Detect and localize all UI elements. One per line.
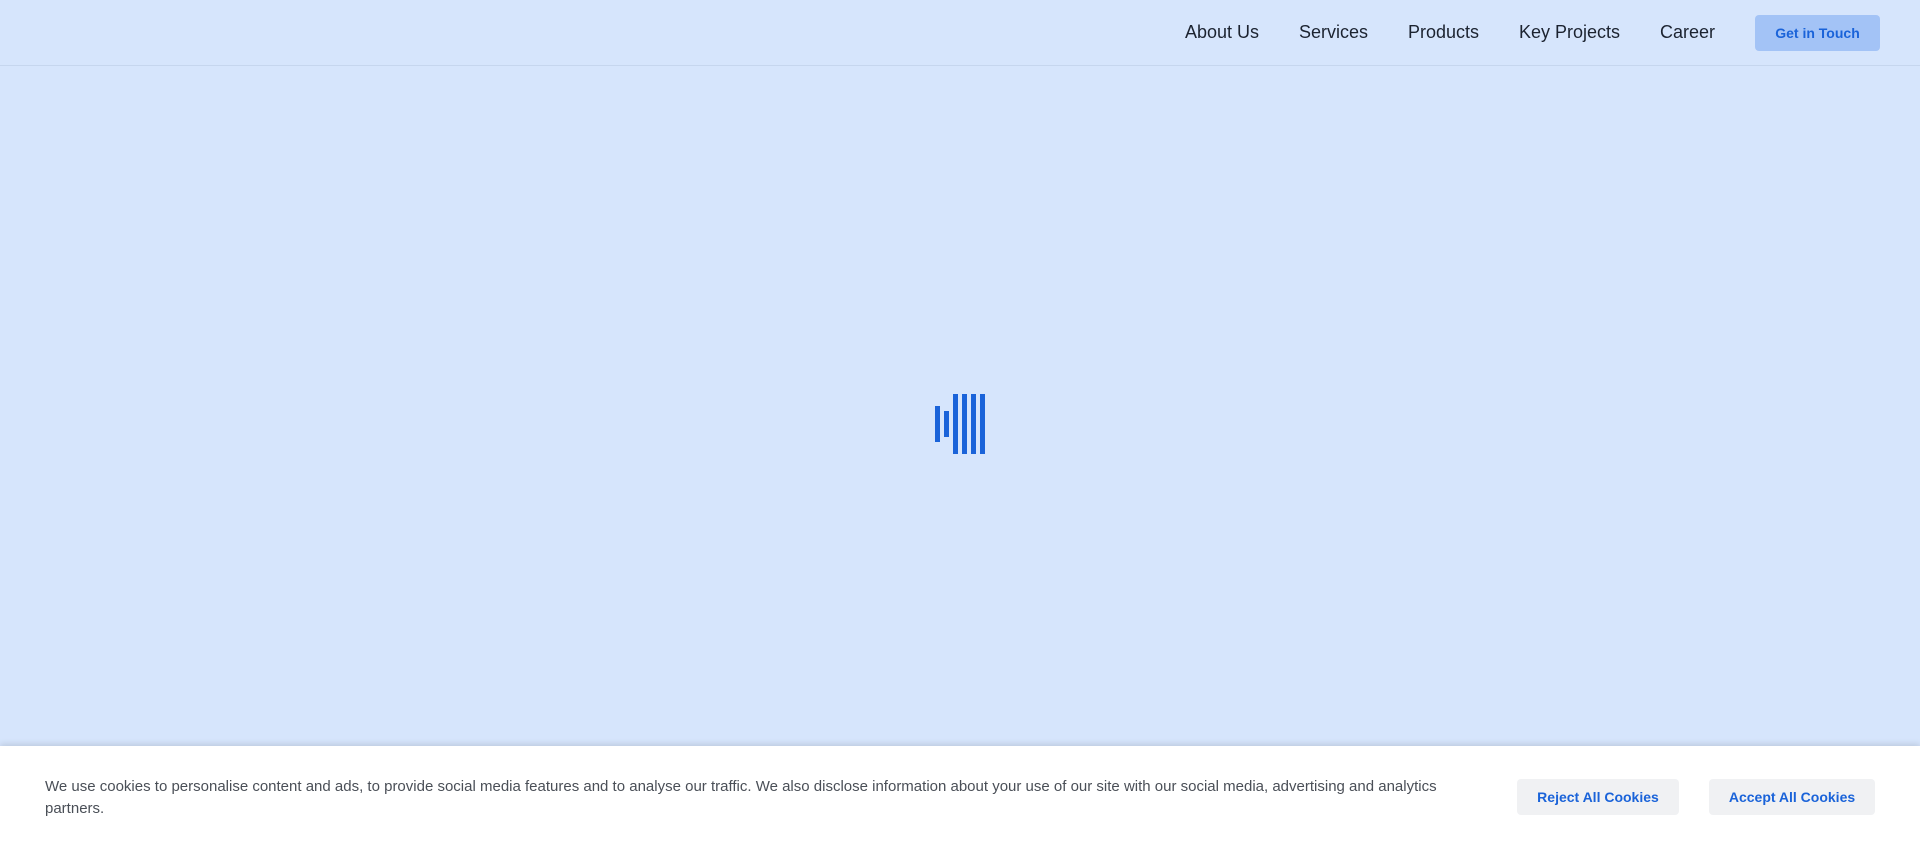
get-in-touch-button[interactable]: Get in Touch bbox=[1755, 15, 1880, 51]
loader-bar bbox=[935, 406, 940, 442]
site-header: About Us Services Products Key Projects … bbox=[0, 0, 1920, 66]
reject-all-cookies-button[interactable]: Reject All Cookies bbox=[1517, 779, 1679, 815]
loader-bar bbox=[953, 394, 958, 454]
nav-item-about-us[interactable]: About Us bbox=[1185, 22, 1259, 43]
loader-bar bbox=[971, 394, 976, 454]
nav-item-products[interactable]: Products bbox=[1408, 22, 1479, 43]
nav-item-services[interactable]: Services bbox=[1299, 22, 1368, 43]
loading-bars-icon bbox=[935, 394, 987, 456]
page: About Us Services Products Key Projects … bbox=[0, 0, 1920, 848]
accept-all-cookies-button[interactable]: Accept All Cookies bbox=[1709, 779, 1875, 815]
nav-item-career[interactable]: Career bbox=[1660, 22, 1715, 43]
cookie-banner-text: We use cookies to personalise content an… bbox=[45, 778, 1437, 817]
nav-item-key-projects[interactable]: Key Projects bbox=[1519, 22, 1620, 43]
main-nav: About Us Services Products Key Projects … bbox=[0, 0, 1920, 66]
loader-bar bbox=[962, 394, 967, 454]
cookie-banner: We use cookies to personalise content an… bbox=[0, 746, 1920, 848]
loader-bar bbox=[944, 411, 949, 437]
loader-bar bbox=[980, 394, 985, 454]
